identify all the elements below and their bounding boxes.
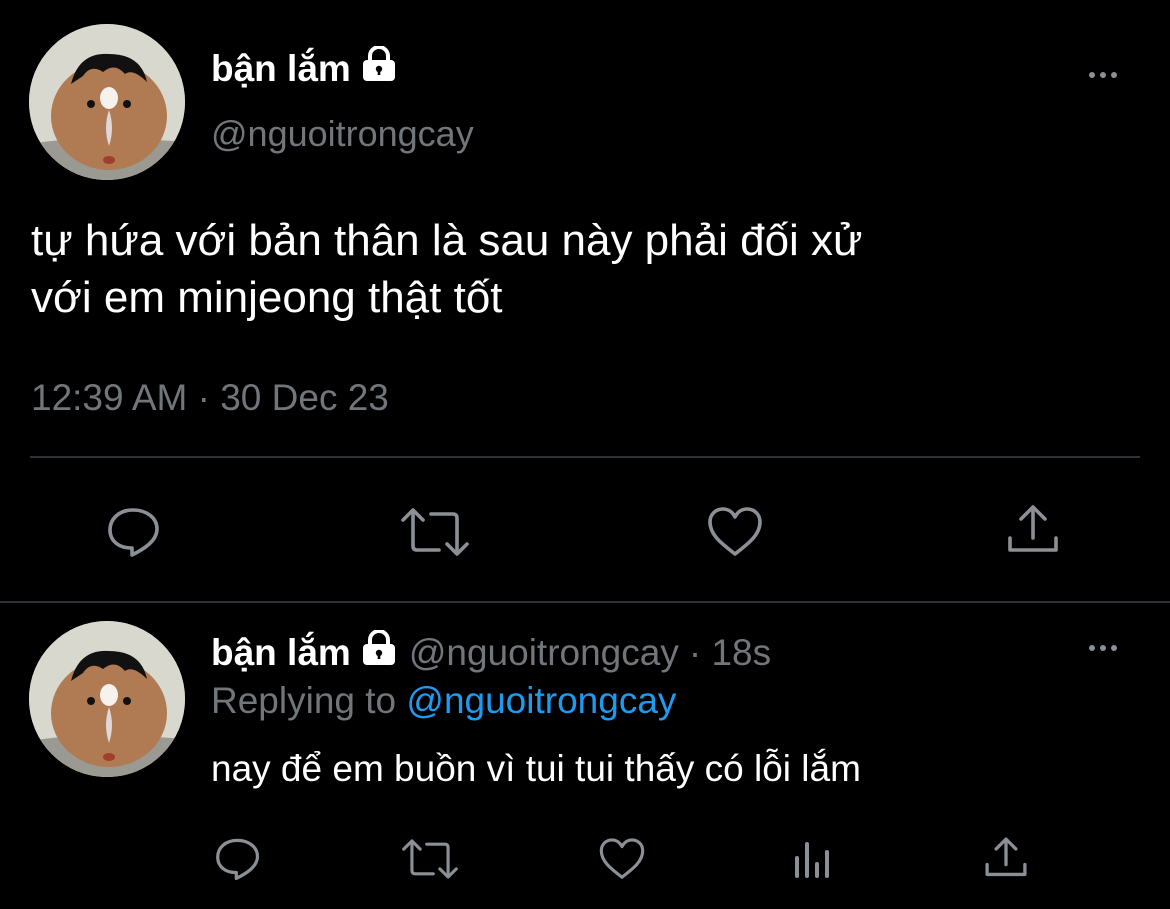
display-name-text: bận lắm — [211, 47, 351, 89]
like-icon[interactable] — [706, 506, 764, 558]
reply-text: nay để em buồn vì tui tui thấy có lỗi lắ… — [211, 748, 861, 789]
reply-icon[interactable] — [106, 506, 162, 558]
handle[interactable]: @nguoitrongcay — [211, 113, 474, 155]
display-name[interactable]: bận lắm — [211, 45, 399, 91]
display-name[interactable]: bận lắm — [211, 629, 399, 675]
avatar-image — [29, 24, 185, 180]
lock-icon — [359, 629, 399, 675]
timestamp[interactable]: 12:39 AM · 30 Dec 23 — [31, 377, 389, 419]
divider — [30, 456, 1140, 458]
lock-icon — [359, 45, 399, 91]
replying-to: Replying to @nguoitrongcay — [211, 680, 676, 722]
reply-icon[interactable] — [214, 837, 262, 881]
share-icon[interactable] — [1005, 504, 1061, 556]
replying-to-label: Replying to — [211, 680, 397, 721]
analytics-icon[interactable] — [792, 838, 834, 880]
avatar[interactable] — [29, 24, 185, 180]
divider — [0, 601, 1170, 603]
tweet-text-line: tự hứa với bản thân là sau này phải đối … — [31, 216, 863, 265]
retweet-icon[interactable] — [399, 504, 471, 560]
share-icon[interactable] — [983, 836, 1029, 880]
like-icon[interactable] — [598, 837, 646, 881]
retweet-icon[interactable] — [400, 836, 460, 882]
avatar-image — [29, 621, 185, 777]
tweet-age[interactable]: · 18s — [689, 632, 771, 674]
tweet-text: tự hứa với bản thân là sau này phải đối … — [31, 212, 863, 326]
more-options-icon[interactable] — [1089, 72, 1117, 78]
replying-to-link[interactable]: @nguoitrongcay — [406, 680, 676, 721]
handle[interactable]: @nguoitrongcay — [409, 632, 679, 674]
display-name-text: bận lắm — [211, 631, 351, 673]
avatar[interactable] — [29, 621, 185, 777]
more-options-icon[interactable] — [1089, 645, 1117, 651]
tweet-text-line: với em minjeong thật tốt — [31, 273, 503, 322]
reply-header: bận lắm @nguoitrongcay · 18s — [211, 629, 771, 675]
